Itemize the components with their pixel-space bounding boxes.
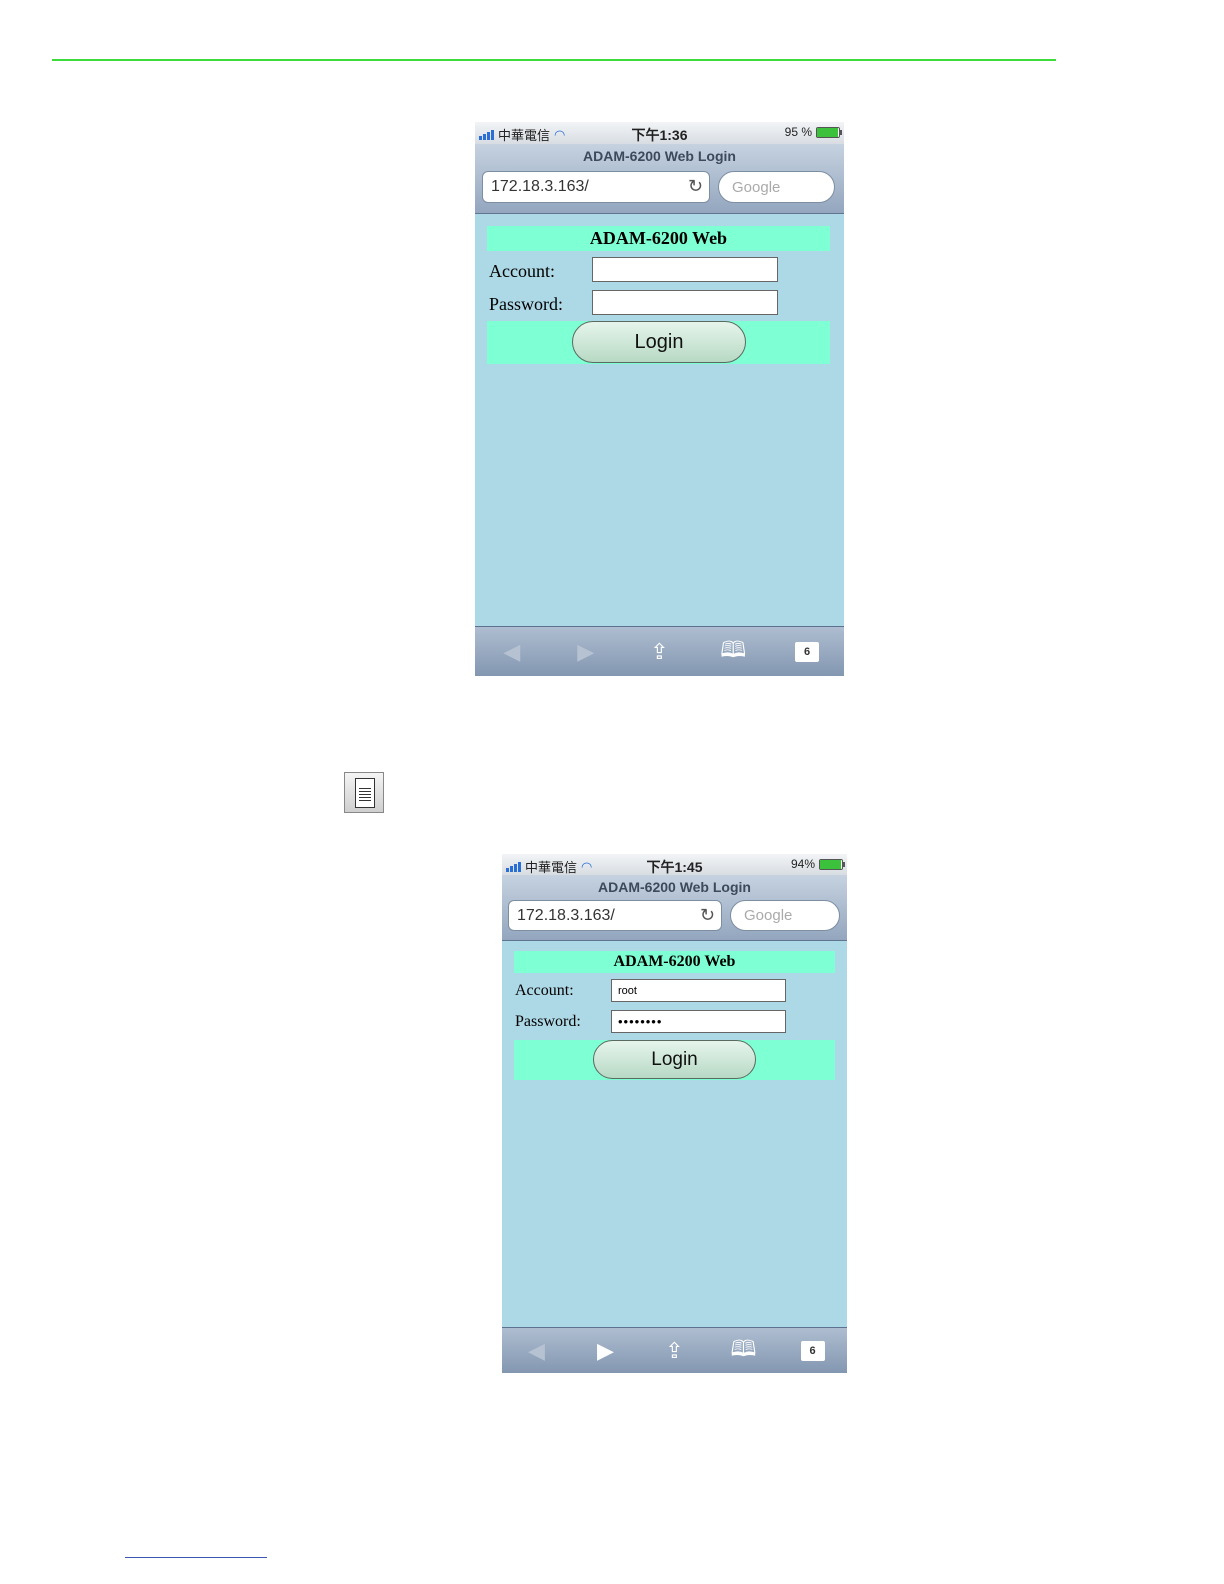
password-label: Password: <box>515 1013 581 1030</box>
status-bar: 中華電信 ◠ 下午1:36 95 % <box>475 122 844 144</box>
tabs-button[interactable]: 6 <box>793 1340 833 1361</box>
page-title: ADAM-6200 Web Login <box>598 879 751 895</box>
address-bar[interactable]: 172.18.3.163/ ↻ <box>482 171 710 203</box>
header-rule <box>52 59 1056 61</box>
share-icon[interactable]: ⇪ <box>655 1338 695 1364</box>
battery-icon <box>819 858 845 870</box>
account-field[interactable] <box>592 257 778 282</box>
reload-icon[interactable]: ↻ <box>688 176 703 197</box>
phone-screenshot-2: 中華電信 ◠ 下午1:45 94% ADAM-6200 Web Login 17… <box>502 854 847 1373</box>
battery-percent: 95 % <box>784 125 812 139</box>
browser-navbar: ADAM-6200 Web Login 172.18.3.163/ ↻ Goog… <box>502 875 847 941</box>
tab-count: 6 <box>795 641 820 662</box>
page-title: ADAM-6200 Web Login <box>583 148 736 164</box>
account-label: Account: <box>489 261 555 281</box>
forward-icon[interactable]: ▶ <box>586 1338 626 1364</box>
battery-icon <box>816 126 842 138</box>
search-input[interactable]: Google <box>718 171 835 203</box>
password-field[interactable] <box>592 290 778 315</box>
password-label: Password: <box>489 294 564 314</box>
account-field[interactable]: root <box>611 979 786 1002</box>
note-icon <box>344 772 384 813</box>
status-bar: 中華電信 ◠ 下午1:45 94% <box>502 854 847 875</box>
login-band: Login <box>514 1040 835 1080</box>
tabs-button[interactable]: 6 <box>787 641 827 662</box>
share-icon[interactable]: ⇪ <box>639 639 679 665</box>
tab-count: 6 <box>800 1340 825 1361</box>
login-band: Login <box>487 321 830 364</box>
password-field[interactable]: •••••••• <box>611 1010 786 1033</box>
url-text: 172.18.3.163/ <box>517 906 615 924</box>
login-button[interactable]: Login <box>572 321 746 363</box>
back-icon[interactable]: ◀ <box>492 639 532 665</box>
web-heading: ADAM-6200 Web <box>514 951 835 973</box>
browser-navbar: ADAM-6200 Web Login 172.18.3.163/ ↻ Goog… <box>475 144 844 214</box>
reload-icon[interactable]: ↻ <box>700 905 715 926</box>
login-button[interactable]: Login <box>593 1040 756 1079</box>
browser-toolbar: ◀ ▶ ⇪ 🕮 6 <box>475 626 844 676</box>
bookmarks-icon[interactable]: 🕮 <box>724 1332 764 1370</box>
phone-screenshot-1: 中華電信 ◠ 下午1:36 95 % ADAM-6200 Web Login 1… <box>475 122 844 676</box>
web-heading: ADAM-6200 Web <box>487 226 830 251</box>
browser-toolbar: ◀ ▶ ⇪ 🕮 6 <box>502 1327 847 1373</box>
forward-icon[interactable]: ▶ <box>566 639 606 665</box>
bookmarks-icon[interactable]: 🕮 <box>713 633 753 671</box>
url-text: 172.18.3.163/ <box>491 178 589 195</box>
search-input[interactable]: Google <box>730 900 840 931</box>
footer-rule <box>125 1557 267 1558</box>
account-label: Account: <box>515 982 574 999</box>
battery-percent: 94% <box>790 857 815 871</box>
back-icon[interactable]: ◀ <box>517 1338 557 1364</box>
address-bar[interactable]: 172.18.3.163/ ↻ <box>508 900 722 931</box>
